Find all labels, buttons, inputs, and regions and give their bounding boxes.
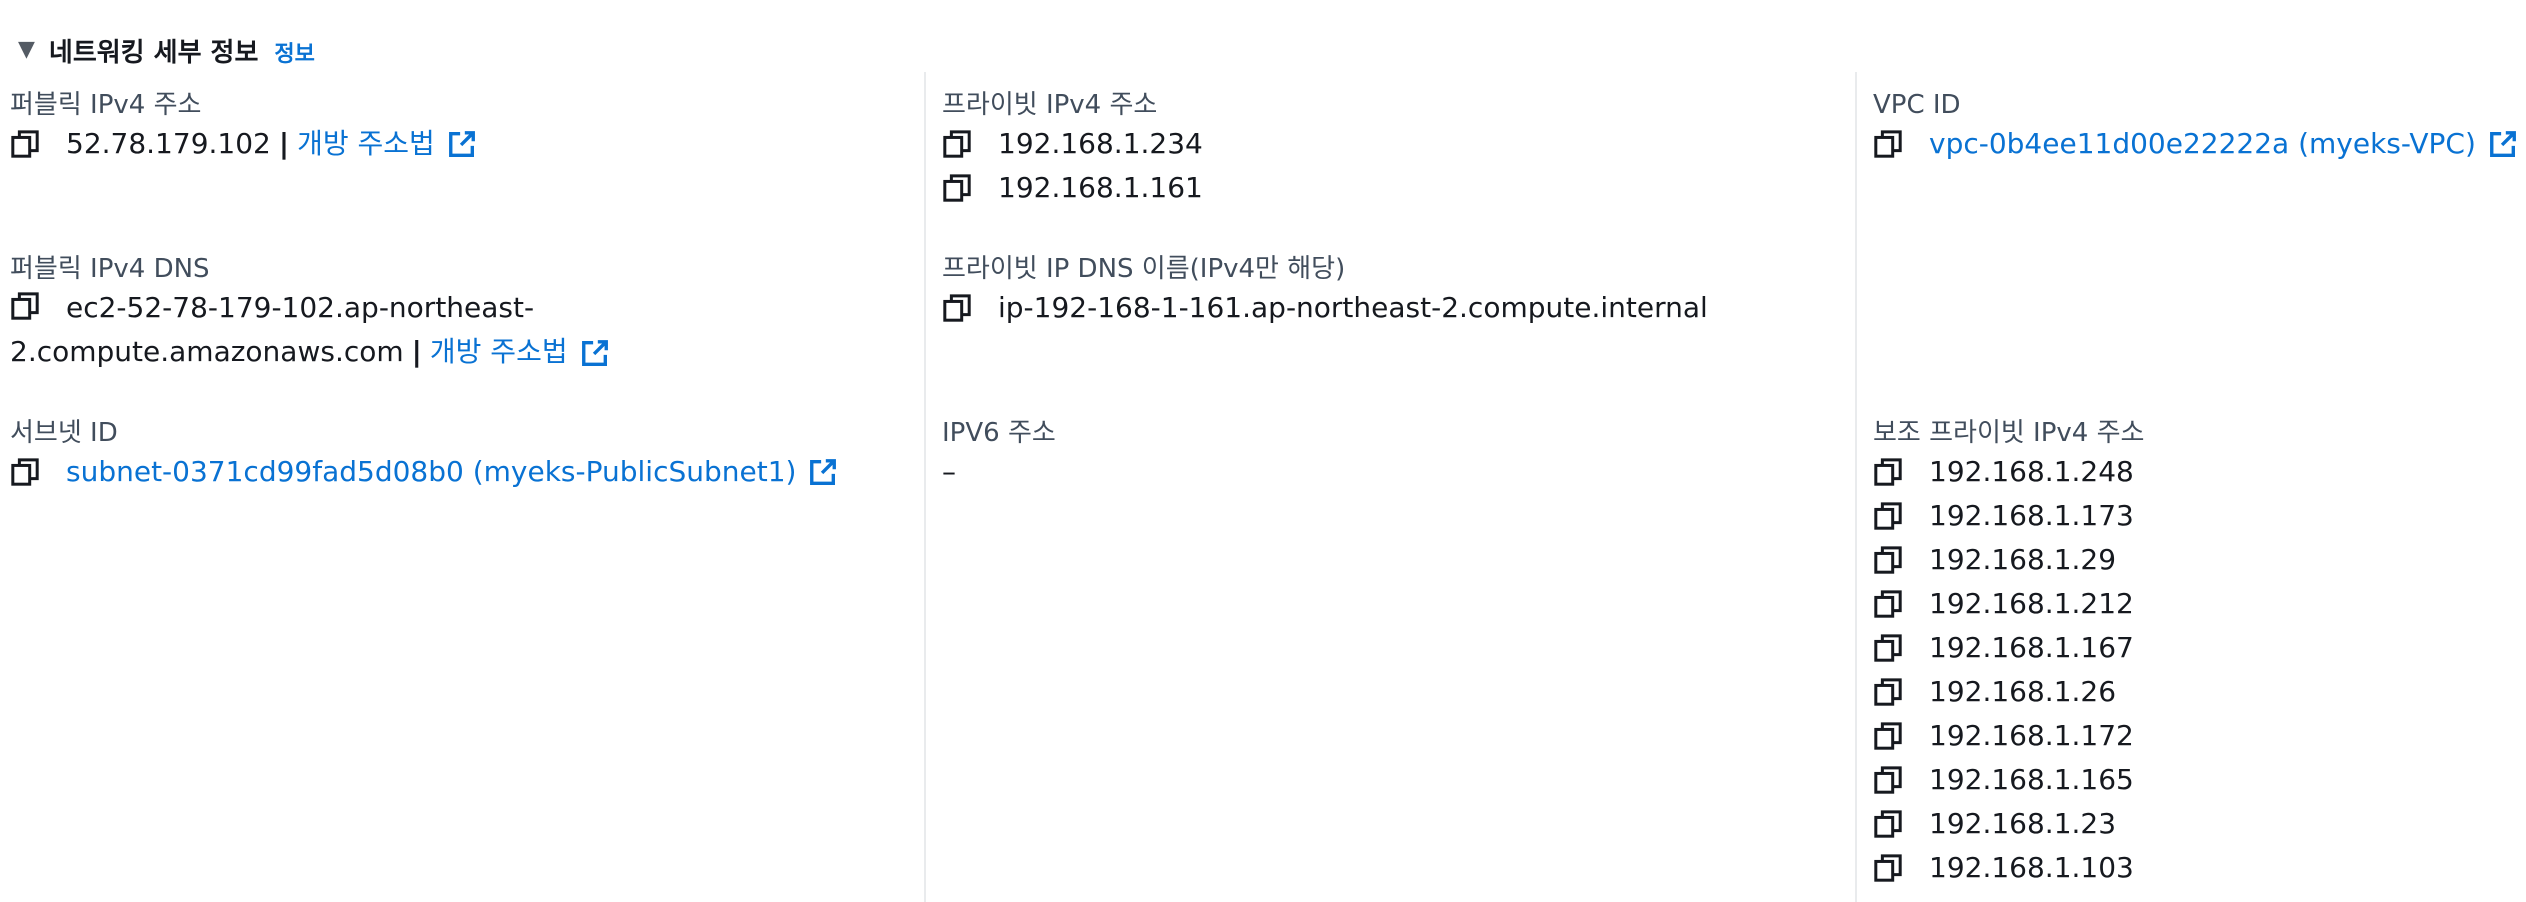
- copy-icon[interactable]: [1873, 802, 1907, 846]
- secondary-ipv4-item: 192.168.1.23: [1873, 802, 2513, 846]
- separator: |: [278, 127, 290, 160]
- public-dns-field: 퍼블릭 IPv4 DNS ec2-52-78-179-102.ap-northe…: [10, 252, 910, 374]
- secondary-ipv4-value: 192.168.1.165: [1929, 763, 2134, 796]
- secondary-ipv4-value: 192.168.1.103: [1929, 851, 2134, 884]
- column-divider: [924, 72, 926, 902]
- copy-icon[interactable]: [10, 450, 44, 494]
- copy-icon[interactable]: [1873, 846, 1907, 890]
- public-ipv4-value: 52.78.179.102: [66, 127, 271, 160]
- external-link-icon[interactable]: [808, 457, 838, 487]
- external-link-icon[interactable]: [580, 338, 610, 368]
- subnet-label: 서브넷 ID: [10, 418, 118, 448]
- secondary-ipv4-value: 192.168.1.173: [1929, 499, 2134, 532]
- column-divider: [1855, 72, 1857, 902]
- section-header[interactable]: ▼ 네트워킹 세부 정보 정보: [18, 30, 315, 70]
- secondary-ipv4-item: 192.168.1.172: [1873, 714, 2513, 758]
- vpc-label: VPC ID: [1873, 90, 1961, 120]
- separator: |: [411, 335, 422, 368]
- ipv6-value-line: –: [942, 450, 1842, 494]
- external-link-icon[interactable]: [2488, 129, 2518, 159]
- secondary-ipv4-item: 192.168.1.103: [1873, 846, 2513, 890]
- networking-details-page: ▼ 네트워킹 세부 정보 정보 퍼블릭 IPv4 주소 52.78.179.10…: [0, 0, 2526, 902]
- private-dns-value-line: ip-192-168-1-161.ap-northeast-2.compute.…: [942, 286, 1842, 330]
- public-ipv4-label: 퍼블릭 IPv4 주소: [10, 90, 202, 120]
- secondary-ipv4-item: 192.168.1.167: [1873, 626, 2513, 670]
- private-ipv4-field: 프라이빗 IPv4 주소 192.168.1.234 192.168.1.161: [942, 88, 1842, 210]
- secondary-ipv4-value: 192.168.1.212: [1929, 587, 2134, 620]
- copy-icon[interactable]: [1873, 714, 1907, 758]
- private-ipv4-item: 192.168.1.234: [942, 122, 1842, 166]
- public-ipv4-field: 퍼블릭 IPv4 주소 52.78.179.102 | 개방 주소법: [10, 88, 910, 166]
- copy-icon[interactable]: [1873, 582, 1907, 626]
- private-dns-label: 프라이빗 IP DNS 이름(IPv4만 해당): [942, 254, 1346, 284]
- vpc-value-line: vpc-0b4ee11d00e22222a (myeks-VPC): [1873, 122, 2516, 166]
- copy-icon[interactable]: [1873, 450, 1907, 494]
- secondary-ipv4-value: 192.168.1.172: [1929, 719, 2134, 752]
- subnet-value-line: subnet-0371cd99fad5d08b0 (myeks-PublicSu…: [10, 450, 910, 494]
- private-ipv4-value: 192.168.1.234: [998, 127, 1203, 160]
- copy-icon[interactable]: [942, 122, 976, 166]
- copy-icon[interactable]: [10, 122, 44, 166]
- subnet-link[interactable]: subnet-0371cd99fad5d08b0 (myeks-PublicSu…: [66, 450, 796, 494]
- private-dns-value: ip-192-168-1-161.ap-northeast-2.compute.…: [998, 291, 1708, 324]
- private-ipv4-item: 192.168.1.161: [942, 166, 1842, 210]
- public-dns-value-block: ec2-52-78-179-102.ap-northeast-2.compute…: [10, 286, 910, 374]
- caret-down-icon[interactable]: ▼: [18, 39, 35, 61]
- ipv6-value: –: [942, 455, 956, 488]
- subnet-field: 서브넷 ID subnet-0371cd99fad5d08b0 (myeks-P…: [10, 416, 910, 494]
- copy-icon[interactable]: [10, 291, 44, 321]
- external-link-icon[interactable]: [447, 129, 477, 159]
- private-dns-field: 프라이빗 IP DNS 이름(IPv4만 해당) ip-192-168-1-16…: [942, 252, 1842, 330]
- secondary-ipv4-value: 192.168.1.23: [1929, 807, 2117, 840]
- secondary-ipv4-value: 192.168.1.26: [1929, 675, 2117, 708]
- vpc-field: VPC ID vpc-0b4ee11d00e22222a (myeks-VPC): [1873, 88, 2516, 166]
- vpc-link[interactable]: vpc-0b4ee11d00e22222a (myeks-VPC): [1929, 122, 2476, 166]
- section-title: 네트워킹 세부 정보: [48, 37, 259, 68]
- copy-icon[interactable]: [942, 166, 976, 210]
- open-address-link[interactable]: 개방 주소법: [430, 335, 568, 368]
- secondary-ipv4-value: 192.168.1.167: [1929, 631, 2134, 664]
- copy-icon[interactable]: [1873, 494, 1907, 538]
- secondary-ipv4-item: 192.168.1.29: [1873, 538, 2513, 582]
- secondary-ipv4-item: 192.168.1.173: [1873, 494, 2513, 538]
- open-address-link[interactable]: 개방 주소법: [297, 122, 435, 166]
- copy-icon[interactable]: [1873, 122, 1907, 166]
- secondary-ipv4-item: 192.168.1.212: [1873, 582, 2513, 626]
- secondary-private-ipv4-list: 192.168.1.248 192.168.1.173 192.168.1.29…: [1873, 450, 2513, 890]
- public-dns-label: 퍼블릭 IPv4 DNS: [10, 254, 210, 284]
- secondary-private-ipv4-field: 보조 프라이빗 IPv4 주소 192.168.1.248 192.168.1.…: [1873, 416, 2513, 890]
- copy-icon[interactable]: [1873, 670, 1907, 714]
- private-ipv4-value: 192.168.1.161: [998, 171, 1203, 204]
- secondary-ipv4-item: 192.168.1.248: [1873, 450, 2513, 494]
- copy-icon[interactable]: [942, 286, 976, 330]
- secondary-ipv4-item: 192.168.1.165: [1873, 758, 2513, 802]
- secondary-ipv4-item: 192.168.1.26: [1873, 670, 2513, 714]
- copy-icon[interactable]: [1873, 538, 1907, 582]
- info-link[interactable]: 정보: [274, 36, 314, 68]
- secondary-ipv4-value: 192.168.1.29: [1929, 543, 2117, 576]
- secondary-ipv4-value: 192.168.1.248: [1929, 455, 2134, 488]
- public-ipv4-value-line: 52.78.179.102 | 개방 주소법: [10, 122, 910, 166]
- copy-icon[interactable]: [1873, 626, 1907, 670]
- private-ipv4-label: 프라이빗 IPv4 주소: [942, 90, 1158, 120]
- copy-icon[interactable]: [1873, 758, 1907, 802]
- ipv6-label: IPV6 주소: [942, 418, 1056, 448]
- secondary-private-ipv4-label: 보조 프라이빗 IPv4 주소: [1873, 418, 2145, 448]
- ipv6-field: IPV6 주소 –: [942, 416, 1842, 494]
